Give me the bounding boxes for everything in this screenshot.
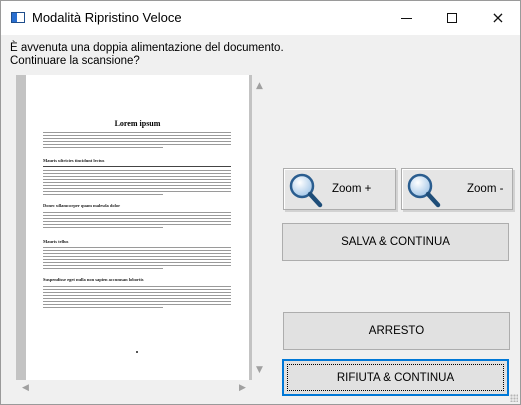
minimize-button[interactable] [383,1,429,35]
text-line [43,173,231,174]
text-line [43,250,231,251]
text-line [43,170,231,171]
zoom-in-button[interactable]: Zoom + [283,168,396,210]
document-heading: Mauris ultricies tincidunt lectus [43,158,105,163]
text-line [43,191,231,192]
stop-button[interactable]: ARRESTO [283,312,510,350]
save-continue-button[interactable]: SALVA & CONTINUA [282,223,509,261]
quick-recovery-window: Modalità Ripristino Veloce × È avvenuta … [0,0,521,405]
double-feed-message: È avvenuta una doppia alimentazione del … [10,42,310,68]
text-line [43,185,231,186]
text-line [43,212,231,213]
message-line-2: Continuare la scansione? [10,55,140,67]
text-line [43,247,231,248]
text-line [43,265,231,266]
text-line [43,253,231,254]
stop-label: ARRESTO [368,325,425,337]
maximize-button[interactable] [429,1,475,35]
text-line [43,262,231,263]
text-line [43,292,231,293]
message-line-1: È avvenuta una doppia alimentazione del … [10,42,284,54]
text-line [43,301,231,302]
text-line [43,176,231,177]
resize-grip[interactable] [510,394,518,402]
text-line [43,256,231,257]
text-line [43,179,231,180]
scanner-app-icon [11,12,25,23]
document-heading: Donec ullamcorper quam malesda dolor [43,203,121,208]
text-line [43,227,163,228]
document-preview: Lorem ipsum Mauris ultricies tincidunt l… [16,75,267,395]
save-continue-label: SALVA & CONTINUA [341,236,450,248]
zoom-in-label: Zoom + [332,183,372,195]
close-icon: × [491,8,505,27]
minimize-icon [400,18,412,19]
text-line [43,135,231,136]
scroll-left-icon[interactable]: ◀ [18,380,33,395]
scanned-page: Lorem ipsum Mauris ultricies tincidunt l… [26,75,249,380]
text-line [43,138,231,139]
focus-indicator [287,364,504,391]
document-heading: Suspendisse eget nulla non sapien accums… [43,277,144,282]
text-line [43,182,231,183]
text-line [43,295,231,296]
text-line [43,194,163,195]
page-mark [136,351,138,353]
magnifier-icon [407,173,441,208]
text-line [43,218,231,219]
close-button[interactable]: × [475,1,521,35]
zoom-out-label: Zoom - [467,183,504,195]
horizontal-scrollbar[interactable]: ◀ ▶ [16,380,252,395]
document-title: Lorem ipsum [114,119,161,128]
text-line [43,304,231,305]
text-line [43,298,231,299]
reject-continue-button[interactable]: RIFIUTA & CONTINUA [282,359,509,396]
text-line [43,289,231,290]
scroll-right-icon[interactable]: ▶ [235,380,250,395]
text-line [43,268,163,269]
magnifier-icon [289,173,323,208]
scroll-down-icon[interactable]: ▼ [252,362,267,377]
text-line [43,147,163,148]
vertical-scrollbar[interactable]: ▲ ▼ [252,75,267,380]
text-line [43,215,231,216]
text-line [43,224,231,225]
text-line [43,144,231,145]
heading-rule [43,166,231,167]
scroll-up-icon[interactable]: ▲ [252,78,267,93]
document-heading: Mauris tellus [43,239,69,244]
maximize-icon [447,13,457,23]
text-line [43,141,231,142]
text-line [43,132,231,133]
title-bar[interactable]: Modalità Ripristino Veloce × [1,1,520,35]
preview-canvas[interactable]: Lorem ipsum Mauris ultricies tincidunt l… [16,75,252,380]
window-title: Modalità Ripristino Veloce [32,10,182,25]
zoom-out-button[interactable]: Zoom - [401,168,513,210]
text-line [43,188,231,189]
text-line [43,221,231,222]
text-line [43,259,231,260]
text-line [43,286,231,287]
text-line [43,307,163,308]
